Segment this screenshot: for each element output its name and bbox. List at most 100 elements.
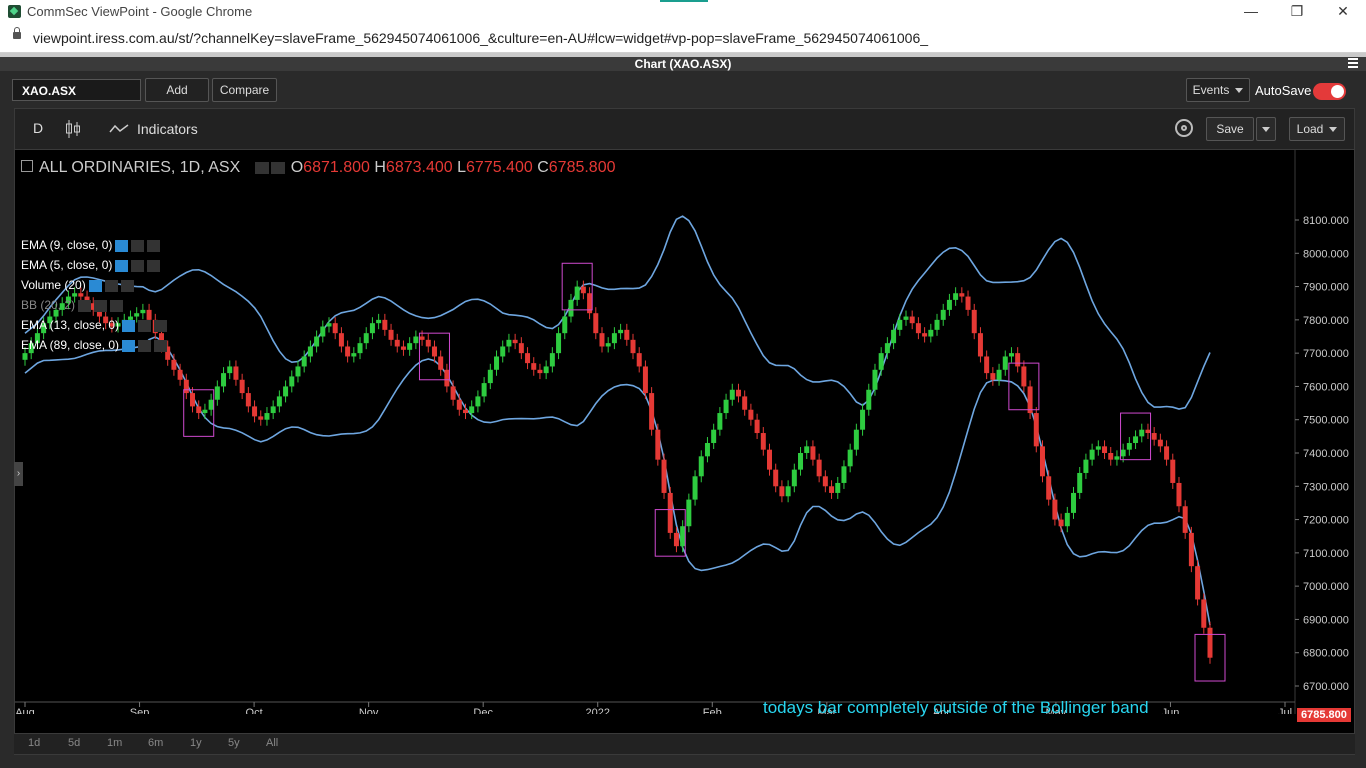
main-legend: ALL ORDINARIES, 1D, ASX O6871.800 H6873.… <box>21 159 616 177</box>
indicators-icon[interactable] <box>109 123 129 135</box>
compare-button[interactable]: Compare <box>212 78 277 102</box>
close-icon[interactable] <box>154 319 168 332</box>
y-tick-label: 7600.000 <box>1303 381 1349 393</box>
candle-body <box>351 353 357 357</box>
close-icon[interactable] <box>110 299 124 312</box>
study-ema-89: EMA (89, close, 0) <box>21 338 168 352</box>
candle-body <box>227 366 233 374</box>
candle-body <box>239 379 245 394</box>
candle-body <box>891 329 897 344</box>
gear-icon[interactable] <box>1175 119 1193 137</box>
symbol-input[interactable]: XAO.ASX <box>12 79 141 101</box>
range-1y[interactable]: 1y <box>190 737 202 749</box>
eye-icon[interactable] <box>88 279 102 292</box>
candle-body <box>314 336 320 347</box>
x-tick-label: 2022 <box>585 707 609 714</box>
side-panel-handle[interactable]: › <box>14 462 23 486</box>
candle-body <box>134 313 140 317</box>
gear-icon[interactable] <box>131 239 145 252</box>
range-all[interactable]: All <box>266 737 278 749</box>
candle-body <box>494 356 500 370</box>
candle-body <box>996 369 1002 380</box>
events-dropdown[interactable]: Events <box>1186 78 1250 102</box>
range-6m[interactable]: 6m <box>148 737 163 749</box>
save-options-button[interactable] <box>1256 117 1276 141</box>
close-icon[interactable] <box>147 259 161 272</box>
address-bar[interactable]: viewpoint.iress.com.au/st/?channelKey=sl… <box>0 24 1366 53</box>
eye-icon[interactable] <box>122 339 136 352</box>
candle-body <box>1114 456 1120 460</box>
gear-icon[interactable] <box>131 259 145 272</box>
candle-body <box>866 389 872 410</box>
candle-body <box>698 456 704 477</box>
add-button[interactable]: Add <box>145 78 209 102</box>
gear-icon[interactable] <box>94 299 108 312</box>
eye-icon[interactable] <box>78 299 92 312</box>
price-chart[interactable]: 8100.000 8000.000 7900.000 7800.000 7700.000… <box>15 150 1354 714</box>
candle-body <box>1102 446 1108 453</box>
url-text[interactable]: viewpoint.iress.com.au/st/?channelKey=sl… <box>33 30 928 46</box>
range-5y[interactable]: 5y <box>228 737 240 749</box>
candle-body <box>884 343 890 354</box>
eye-icon[interactable] <box>122 319 136 332</box>
y-tick-label: 6800.000 <box>1303 648 1349 660</box>
candle-body <box>1052 499 1058 520</box>
candle-body <box>1064 512 1070 527</box>
candle-body <box>276 396 282 407</box>
close-label: C <box>537 159 549 176</box>
legend-square-icon <box>21 160 33 172</box>
eye-icon[interactable] <box>254 161 269 174</box>
hamburger-menu-icon[interactable] <box>1348 58 1358 68</box>
events-label: Events <box>1192 83 1230 97</box>
minimize-button[interactable]: — <box>1228 0 1274 24</box>
eye-icon[interactable] <box>115 259 129 272</box>
close-window-button[interactable]: ✕ <box>1320 0 1366 24</box>
range-1m[interactable]: 1m <box>107 737 122 749</box>
indicators-button[interactable]: Indicators <box>137 121 198 137</box>
candle-body <box>971 309 977 334</box>
candle-body <box>853 429 859 450</box>
candle-body <box>841 466 847 483</box>
eye-icon[interactable] <box>115 239 129 252</box>
close-icon[interactable] <box>147 239 161 252</box>
candle-body <box>78 293 84 297</box>
interval-button[interactable]: D <box>33 120 43 136</box>
candle-body <box>673 532 679 547</box>
candle-body <box>245 393 251 407</box>
gear-icon[interactable] <box>270 161 285 174</box>
gear-icon[interactable] <box>104 279 118 292</box>
high-value: 6873.400 <box>385 159 453 176</box>
candle-body <box>456 399 462 410</box>
candle-body <box>183 379 189 394</box>
gear-icon[interactable] <box>138 319 152 332</box>
candle-body <box>332 323 338 334</box>
x-tick-label: Dec <box>473 707 493 714</box>
low-label: L <box>457 159 467 176</box>
candle-body <box>754 419 760 434</box>
autosave-toggle[interactable] <box>1313 83 1346 100</box>
candlestick-type-icon[interactable] <box>65 119 81 139</box>
browser-titlebar: CommSec ViewPoint - Google Chrome — ❐ ✕ <box>0 0 1366 24</box>
gear-icon[interactable] <box>138 339 152 352</box>
candle-body <box>376 319 382 324</box>
candle-body <box>655 429 661 460</box>
candle-body <box>723 399 729 414</box>
high-label: H <box>374 159 386 176</box>
load-dropdown[interactable]: Load <box>1289 117 1345 141</box>
chart-annotation: todays bar completely outside of the Bol… <box>763 698 1149 717</box>
close-icon[interactable] <box>120 279 134 292</box>
candle-body <box>171 359 177 370</box>
candle-body <box>903 316 909 320</box>
range-1d[interactable]: 1d <box>28 737 40 749</box>
candle-body <box>574 286 580 300</box>
candle-body <box>568 299 574 317</box>
close-icon[interactable] <box>154 339 168 352</box>
range-5d[interactable]: 5d <box>68 737 80 749</box>
candle-body <box>394 339 400 347</box>
save-button[interactable]: Save <box>1206 117 1254 141</box>
tab-indicator <box>660 0 708 2</box>
x-tick-label: Jun <box>1162 707 1180 714</box>
candle-body <box>1027 386 1033 414</box>
candle-body <box>369 323 375 334</box>
restore-button[interactable]: ❐ <box>1274 0 1320 24</box>
